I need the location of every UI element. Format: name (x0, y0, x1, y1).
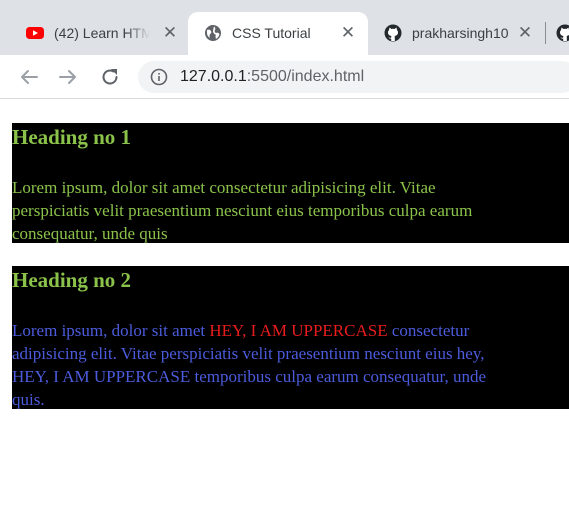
forward-arrow-icon[interactable] (56, 65, 80, 89)
section-1-text: Lorem ipsum, dolor sit amet consectetur … (12, 178, 473, 243)
github-icon (384, 24, 402, 42)
globe-icon (205, 25, 221, 41)
address-bar[interactable]: 127.0.0.1:5500/index.html (138, 61, 569, 93)
section-2-text: Lorem ipsum, dolor sit amet HEY, I AM UP… (12, 319, 492, 411)
uppercase-span-red: HEY, I AM UPPERCASE (209, 321, 388, 340)
close-tab-icon[interactable]: ✕ (338, 23, 358, 43)
section-1-heading: Heading no 1 (12, 125, 132, 149)
tab-title: CSS Tutorial (232, 25, 311, 41)
section-2-text-a: Lorem ipsum, dolor sit amet (12, 321, 210, 340)
tab-separator (545, 22, 546, 44)
section-1: Heading no 1 Lorem ipsum, dolor sit amet… (12, 123, 569, 243)
section-2: Heading no 2 Lorem ipsum, dolor sit amet… (12, 266, 569, 409)
section-2-heading: Heading no 2 (12, 268, 132, 292)
url-host: 127.0.0.1 (180, 68, 247, 85)
browser-toolbar: 127.0.0.1:5500/index.html (0, 55, 569, 99)
url-path: :5500/index.html (246, 68, 365, 85)
tab-github[interactable]: prakharsingh10 ✕ (368, 12, 548, 55)
tab-title: prakharsingh10 (412, 25, 509, 41)
page-viewport: Heading no 1 Lorem ipsum, dolor sit amet… (0, 100, 569, 507)
close-tab-icon[interactable]: ✕ (515, 23, 535, 43)
url-text[interactable]: 127.0.0.1:5500/index.html (180, 68, 364, 86)
close-tab-icon[interactable]: ✕ (160, 23, 180, 43)
tab-youtube[interactable]: (42) Learn HTML ✕ (10, 12, 188, 55)
tab-title: (42) Learn HTML (54, 25, 150, 41)
uppercase-span-blue: HEY, I AM UPPERCASE (12, 367, 191, 386)
reload-icon[interactable] (98, 65, 122, 89)
github-icon[interactable] (556, 24, 569, 42)
tab-strip: (42) Learn HTML ✕ CSS Tutorial ✕ prakhar… (0, 0, 569, 55)
back-arrow-icon[interactable] (17, 65, 41, 89)
info-icon[interactable] (150, 68, 168, 86)
youtube-icon (26, 27, 44, 39)
tab-css-tutorial[interactable]: CSS Tutorial ✕ (188, 12, 368, 55)
